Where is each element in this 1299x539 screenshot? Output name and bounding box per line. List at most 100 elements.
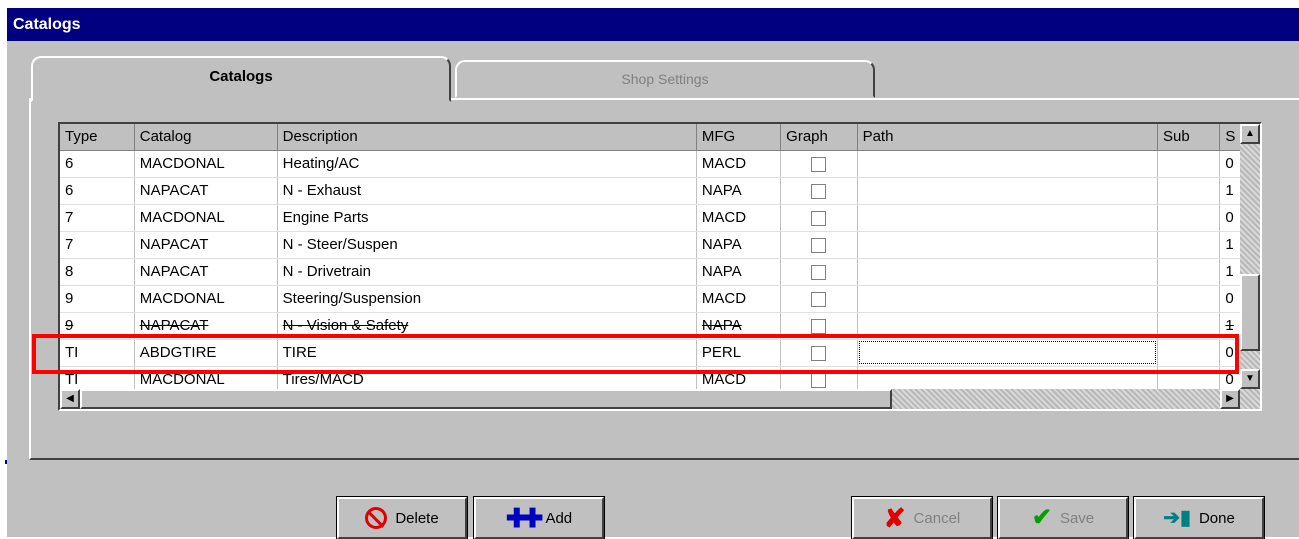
col-header-sub[interactable]: Sub	[1157, 124, 1221, 151]
cell-type[interactable]: 6	[60, 150, 135, 178]
cell-catalog[interactable]: ABDGTIRE	[134, 339, 278, 367]
cell-description[interactable]: N - Steer/Suspen	[277, 231, 697, 259]
cell-type[interactable]: TI	[60, 339, 135, 367]
done-button[interactable]: ➔▮ Done	[1133, 496, 1265, 539]
arrow-right-icon[interactable]: ▶	[1220, 389, 1240, 409]
tab-control: Catalogs Shop Settings Type Catalog Desc…	[27, 56, 1299, 462]
cell-type[interactable]: 8	[60, 258, 135, 286]
table-row[interactable]: 9 MACDONAL Steering/Suspension MACD 0	[60, 285, 1260, 313]
vertical-scrollbar[interactable]: ▲ ▼	[1240, 124, 1260, 389]
cell-path[interactable]	[857, 285, 1159, 313]
graph-checkbox[interactable]	[811, 345, 827, 361]
cell-description[interactable]: Steering/Suspension	[277, 285, 697, 313]
cell-description[interactable]: TIRE	[277, 339, 697, 367]
graph-checkbox[interactable]	[811, 183, 827, 199]
cell-description[interactable]: N - Vision & Safety	[277, 312, 697, 340]
cell-type[interactable]: 7	[60, 231, 135, 259]
cell-mfg[interactable]: NAPA	[696, 312, 782, 340]
cell-graph[interactable]	[780, 231, 858, 259]
cell-description[interactable]: N - Exhaust	[277, 177, 697, 205]
cell-description[interactable]: Engine Parts	[277, 204, 697, 232]
cell-type[interactable]: 6	[60, 177, 135, 205]
arrow-up-icon[interactable]: ▲	[1240, 124, 1260, 144]
col-header-type[interactable]: Type	[60, 124, 135, 151]
cell-description[interactable]: N - Drivetrain	[277, 258, 697, 286]
table-row[interactable]: 7 MACDONAL Engine Parts MACD 0	[60, 204, 1260, 232]
graph-checkbox[interactable]	[811, 291, 827, 307]
cell-type[interactable]: 9	[60, 285, 135, 313]
cell-catalog[interactable]: NAPACAT	[134, 258, 278, 286]
cancel-button[interactable]: ✘ Cancel	[851, 496, 993, 539]
cell-catalog[interactable]: MACDONAL	[134, 150, 278, 178]
table-row[interactable]: 7 NAPACAT N - Steer/Suspen NAPA 1	[60, 231, 1260, 259]
cell-description[interactable]: Heating/AC	[277, 150, 697, 178]
cell-graph[interactable]	[780, 204, 858, 232]
tab-catalogs[interactable]: Catalogs	[31, 56, 451, 102]
save-button[interactable]: ✔ Save	[997, 496, 1129, 539]
graph-checkbox[interactable]	[811, 264, 827, 280]
cell-sub[interactable]	[1157, 177, 1221, 205]
cell-path[interactable]	[857, 177, 1159, 205]
cell-mfg[interactable]: MACD	[696, 285, 782, 313]
tab-shop-settings[interactable]: Shop Settings	[455, 60, 875, 98]
cell-sub[interactable]	[1157, 150, 1221, 178]
cell-type[interactable]: 9	[60, 312, 135, 340]
catalog-grid[interactable]: Type Catalog Description MFG Graph Path …	[58, 122, 1262, 411]
cell-type[interactable]: 7	[60, 204, 135, 232]
cell-mfg[interactable]: NAPA	[696, 231, 782, 259]
cell-graph[interactable]	[780, 285, 858, 313]
table-row[interactable]: 6 NAPACAT N - Exhaust NAPA 1	[60, 177, 1260, 205]
cell-sub[interactable]	[1157, 285, 1221, 313]
table-row[interactable]: 9 NAPACAT N - Vision & Safety NAPA 1	[60, 312, 1260, 340]
col-header-description[interactable]: Description	[277, 124, 697, 151]
cell-mfg[interactable]: NAPA	[696, 177, 782, 205]
graph-checkbox[interactable]	[811, 237, 827, 253]
delete-button[interactable]: Delete	[336, 496, 468, 539]
graph-checkbox[interactable]	[811, 372, 827, 388]
cell-sub[interactable]	[1157, 258, 1221, 286]
table-row[interactable]: 8 NAPACAT N - Drivetrain NAPA 1	[60, 258, 1260, 286]
vertical-scroll-thumb[interactable]	[1240, 274, 1260, 351]
red-x-icon: ✘	[883, 503, 906, 533]
add-button[interactable]: ✚✚ Add	[473, 496, 605, 539]
cell-mfg[interactable]: NAPA	[696, 258, 782, 286]
cell-sub[interactable]	[1157, 312, 1221, 340]
arrow-left-icon[interactable]: ◀	[60, 389, 80, 409]
cell-path[interactable]	[857, 150, 1159, 178]
table-row[interactable]: TI ABDGTIRE TIRE PERL 0	[60, 339, 1260, 367]
cell-graph[interactable]	[780, 339, 858, 367]
col-header-mfg[interactable]: MFG	[696, 124, 782, 151]
cell-path[interactable]	[857, 204, 1159, 232]
cell-catalog[interactable]: NAPACAT	[134, 177, 278, 205]
horizontal-scroll-thumb[interactable]	[80, 389, 892, 409]
cell-catalog[interactable]: MACDONAL	[134, 285, 278, 313]
table-row[interactable]: 6 MACDONAL Heating/AC MACD 0	[60, 150, 1260, 178]
cell-sub[interactable]	[1157, 231, 1221, 259]
col-header-graph[interactable]: Graph	[780, 124, 858, 151]
catalogs-panel: Type Catalog Description MFG Graph Path …	[29, 98, 1299, 460]
col-header-catalog[interactable]: Catalog	[134, 124, 278, 151]
graph-checkbox[interactable]	[811, 156, 827, 172]
cell-path[interactable]	[857, 312, 1159, 340]
catalog-table: Type Catalog Description MFG Graph Path …	[60, 124, 1260, 394]
cell-catalog[interactable]: NAPACAT	[134, 231, 278, 259]
cell-mfg[interactable]: MACD	[696, 150, 782, 178]
horizontal-scrollbar[interactable]: ◀ ▶	[60, 389, 1260, 409]
cell-graph[interactable]	[780, 150, 858, 178]
graph-checkbox[interactable]	[811, 210, 827, 226]
cell-sub[interactable]	[1157, 339, 1221, 367]
graph-checkbox[interactable]	[811, 318, 827, 334]
arrow-down-icon[interactable]: ▼	[1240, 369, 1260, 389]
cell-path[interactable]	[857, 339, 1159, 367]
col-header-path[interactable]: Path	[857, 124, 1159, 151]
cell-catalog[interactable]: NAPACAT	[134, 312, 278, 340]
cell-path[interactable]	[857, 258, 1159, 286]
cell-sub[interactable]	[1157, 204, 1221, 232]
cell-graph[interactable]	[780, 177, 858, 205]
cell-mfg[interactable]: PERL	[696, 339, 782, 367]
cell-graph[interactable]	[780, 312, 858, 340]
cell-graph[interactable]	[780, 258, 858, 286]
cell-path[interactable]	[857, 231, 1159, 259]
cell-mfg[interactable]: MACD	[696, 204, 782, 232]
cell-catalog[interactable]: MACDONAL	[134, 204, 278, 232]
